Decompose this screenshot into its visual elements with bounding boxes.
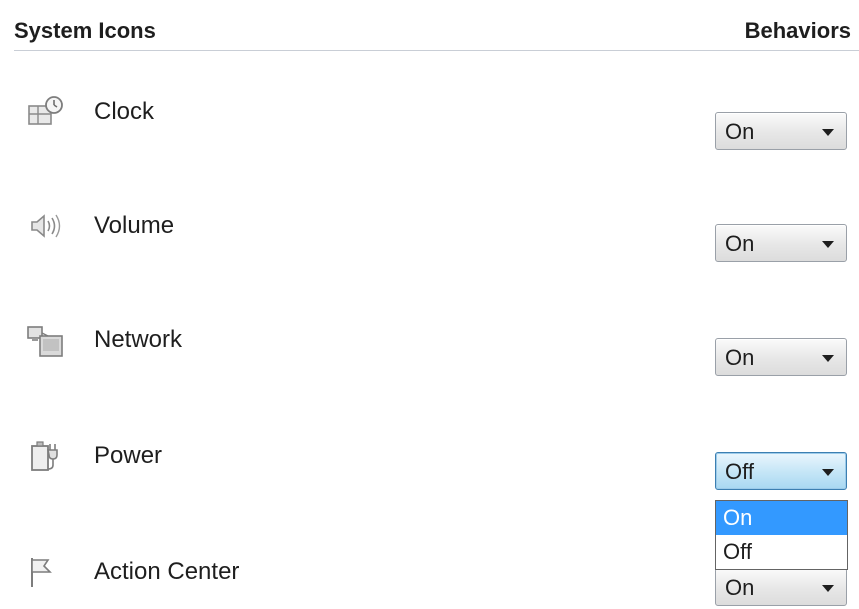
volume-behavior-select[interactable]: On (715, 224, 847, 262)
action-center-behavior-value: On (725, 575, 755, 600)
power-behavior-value: Off (725, 459, 754, 484)
network-icon (26, 324, 66, 360)
power-icon (26, 438, 66, 474)
chevron-down-icon (822, 241, 834, 248)
chevron-down-icon (822, 469, 834, 476)
network-label: Network (94, 326, 183, 353)
volume-label: Volume (94, 212, 175, 239)
network-behavior-value: On (725, 345, 755, 370)
action-center-label: Action Center (94, 558, 240, 585)
volume-icon (26, 208, 66, 244)
dropdown-option-on[interactable]: On (716, 501, 847, 535)
volume-behavior-value: On (725, 231, 755, 256)
clock-icon (26, 94, 66, 130)
power-label: Power (94, 442, 163, 469)
clock-behavior-value: On (725, 119, 755, 144)
chevron-down-icon (822, 129, 834, 136)
column-header: System Icons Behaviors (14, 14, 859, 51)
power-behavior-dropdown-list: On Off (715, 500, 848, 570)
clock-behavior-select[interactable]: On (715, 112, 847, 150)
behaviors-column-header: Behaviors (744, 18, 851, 43)
chevron-down-icon (822, 355, 834, 362)
action-center-flag-icon (26, 554, 66, 590)
network-behavior-select[interactable]: On (715, 338, 847, 376)
clock-label: Clock (94, 98, 155, 125)
system-icons-column-header: System Icons (14, 18, 156, 43)
power-behavior-select[interactable]: Off (715, 452, 847, 490)
dropdown-option-off[interactable]: Off (716, 535, 847, 569)
chevron-down-icon (822, 585, 834, 592)
action-center-behavior-select[interactable]: On (715, 568, 847, 606)
